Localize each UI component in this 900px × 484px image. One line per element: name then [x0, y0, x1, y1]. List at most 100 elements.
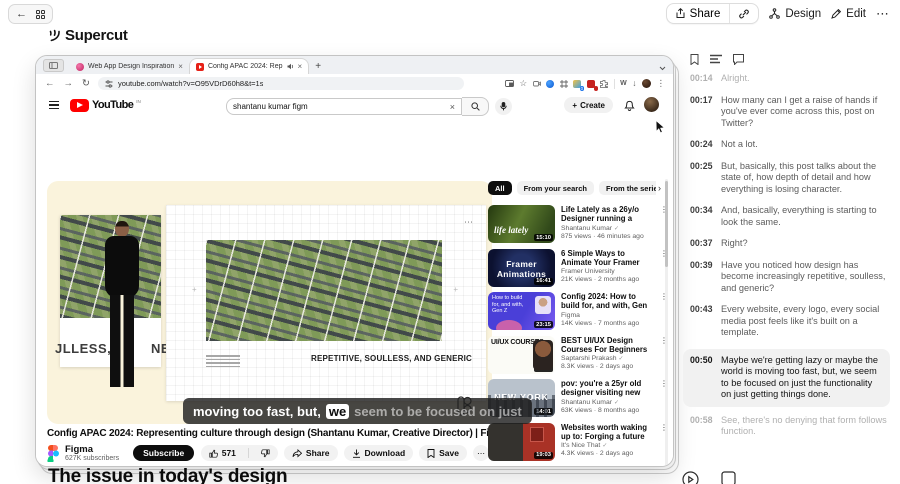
video-thumbnail[interactable]: 19:03 — [488, 422, 555, 461]
browser-forward-icon[interactable]: → — [64, 78, 74, 89]
search-input[interactable]: shantanu kumar figm × — [226, 98, 462, 115]
chip-from-your-search[interactable]: From your search — [516, 181, 594, 195]
verified-check-icon: ✓ — [618, 356, 624, 362]
chip-all[interactable]: All — [488, 181, 512, 195]
figma-channel-avatar[interactable] — [47, 444, 59, 462]
pip-icon[interactable] — [505, 80, 514, 87]
video-meta: 4.3K views · 2 days ago — [561, 450, 634, 457]
search-area: shantanu kumar figm × — [226, 97, 512, 116]
download-button[interactable]: Download — [343, 445, 414, 461]
video-thumbnail[interactable]: Framer Animations 16:41 — [488, 248, 555, 287]
video-thumbnail[interactable]: UI/UX COURSES 10:28 — [488, 335, 555, 374]
chips-scroll-chevron[interactable]: › — [658, 183, 661, 193]
video-title[interactable]: If I Started UX/UI Design in 2025, I'd D… — [561, 466, 654, 467]
copy-link-button[interactable] — [730, 4, 758, 23]
tab-list-chevron[interactable] — [659, 66, 666, 71]
video-more-button[interactable]: ⋯ — [473, 445, 489, 461]
transcript-entry[interactable]: 00:14 Alright. — [690, 73, 890, 85]
dislike-button[interactable] — [253, 445, 278, 461]
video-channel[interactable]: Saptarshi Prakash ✓ — [561, 355, 654, 362]
filter-chips: All From your search From the series Fr — [488, 181, 656, 196]
comments-icon[interactable] — [733, 54, 744, 65]
share-button[interactable]: Share — [667, 4, 730, 23]
tab-overview-button[interactable] — [43, 59, 64, 72]
tab-audio-icon[interactable] — [287, 63, 294, 70]
related-video-7[interactable]: UX/UI 8:50 If I Started UX/UI Design in … — [488, 466, 668, 467]
video-channel[interactable]: Framer University — [561, 268, 654, 275]
new-tab-button[interactable]: + — [315, 61, 321, 72]
hamburger-menu-icon[interactable] — [49, 101, 59, 109]
transcript-lines-icon[interactable] — [710, 54, 722, 65]
related-video-2[interactable]: Framer Animations 16:41 6 Simple Ways to… — [488, 248, 668, 290]
browser-back-icon[interactable]: ← — [45, 78, 55, 89]
channel-info[interactable]: Figma 627K subscribers — [65, 444, 119, 462]
search-button[interactable] — [462, 97, 489, 116]
frame-extension-icon[interactable] — [559, 79, 568, 88]
workspace-extension-icon[interactable]: W — [620, 80, 627, 87]
caption-upcoming-text: seem to be focused on just — [354, 403, 522, 419]
video-title[interactable]: Websites worth waking up to: Forging a f… — [561, 423, 654, 441]
transcript-entry[interactable]: 00:17 How many can I get a raise of hand… — [690, 95, 890, 130]
video-thumbnail[interactable]: How to build for, and with, Gen Z 23:15 — [488, 292, 555, 330]
back-icon[interactable]: ← — [16, 8, 27, 20]
video-title[interactable]: Config 2024: How to build for, and with,… — [561, 292, 654, 310]
video-thumbnail[interactable]: UX/UI 8:50 — [488, 466, 555, 467]
extensions-puzzle-icon[interactable] — [600, 79, 609, 88]
bookmark-icon[interactable] — [690, 54, 699, 65]
transcript-entry[interactable]: 00:25 But, basically, this post talks ab… — [690, 161, 890, 196]
share-video-button[interactable]: Share — [283, 445, 338, 461]
voice-search-button[interactable] — [495, 98, 512, 115]
subscribe-button[interactable]: Subscribe — [133, 445, 195, 461]
downloads-icon[interactable]: ↓ — [632, 79, 636, 88]
video-title[interactable]: 6 Simple Ways to Animate Your Framer Sit… — [561, 249, 654, 267]
edit-button[interactable]: Edit — [831, 8, 866, 20]
related-video-4[interactable]: UI/UX COURSES 10:28 BEST UI/UX Design Co… — [488, 335, 668, 377]
video-thumbnail[interactable]: life lately 15:10 — [488, 205, 555, 243]
close-tab-icon[interactable]: × — [178, 62, 183, 71]
browser-menu-icon[interactable]: ⋮ — [657, 79, 666, 88]
notifications-bell-icon[interactable] — [624, 99, 635, 111]
pinned-extension-icon[interactable]: 0 — [573, 79, 585, 91]
video-title[interactable]: BEST UI/UX Design Courses For Beginners … — [561, 336, 654, 354]
video-player[interactable]: JLLESS, NE ⋯ + + REPETITIVE, SOULLESS, A… — [47, 181, 492, 424]
related-video-6[interactable]: 19:03 Websites worth waking up to: Forgi… — [488, 422, 668, 464]
address-bar[interactable]: youtube.com/watch?v=O95VDrD60h8&t=1s — [97, 77, 464, 90]
video-channel[interactable]: Figma — [561, 312, 654, 319]
video-channel[interactable]: Shantanu Kumar ✓ — [561, 399, 654, 406]
browser-reload-icon[interactable]: ↻ — [82, 78, 90, 89]
globe-extension-icon[interactable] — [546, 79, 555, 88]
video-title[interactable]: Life Lately as a 26y/o Designer running … — [561, 205, 654, 223]
close-tab-icon[interactable]: × — [298, 62, 303, 71]
transcript-entry[interactable]: 00:37 Right? — [690, 238, 890, 250]
chip-from-the-series[interactable]: From the series — [598, 181, 656, 195]
page-scrollbar-thumb[interactable] — [665, 181, 668, 267]
more-menu-icon[interactable]: ⋯ — [876, 6, 890, 22]
video-channel[interactable]: Shantanu Kumar ✓ — [561, 225, 654, 232]
play-circle-icon[interactable] — [682, 471, 699, 484]
related-video-1[interactable]: life lately 15:10 Life Lately as a 26y/o… — [488, 205, 668, 246]
grid-icon[interactable] — [36, 9, 45, 19]
clear-search-icon[interactable]: × — [450, 102, 455, 112]
like-button[interactable]: 571 — [201, 445, 244, 461]
video-channel[interactable]: It's Nice That ✓ — [561, 442, 654, 449]
transcript-entry[interactable]: 00:24 Not a lot. — [690, 139, 890, 151]
save-button[interactable]: Save — [419, 445, 467, 461]
transcript-entry[interactable]: 00:39 Have you noticed how design has be… — [690, 260, 890, 295]
transcript-entry[interactable]: 00:43 Every website, every logo, every s… — [690, 304, 890, 339]
youtube-account-avatar[interactable] — [644, 97, 659, 112]
transcript-entry[interactable]: 00:34 And, basically, everything is star… — [690, 205, 890, 228]
browser-tab-youtube[interactable]: Config APAC 2024: Rep × — [188, 58, 310, 74]
related-video-3[interactable]: How to build for, and with, Gen Z 23:15 … — [488, 292, 668, 333]
camera-extension-icon[interactable] — [532, 80, 541, 87]
youtube-logo[interactable]: YouTube IN — [70, 98, 141, 112]
bookmark-star-icon[interactable]: ☆ — [520, 79, 528, 88]
frame-square-icon[interactable] — [721, 471, 736, 484]
transcript-entry[interactable]: 00:58 See, there's no denying that form … — [690, 415, 890, 438]
video-title[interactable]: pov: you're a 25yr old designer visiting… — [561, 379, 654, 397]
adblock-extension-icon[interactable] — [586, 79, 598, 91]
transcript-entry-active[interactable]: 00:50 Maybe we're getting lazy or maybe … — [683, 348, 890, 407]
browser-tab-inspiration[interactable]: Web App Design Inspiration × — [70, 59, 189, 74]
create-button[interactable]: + Create — [564, 97, 613, 113]
design-button[interactable]: Design — [769, 8, 821, 20]
browser-profile-avatar[interactable] — [642, 79, 651, 88]
